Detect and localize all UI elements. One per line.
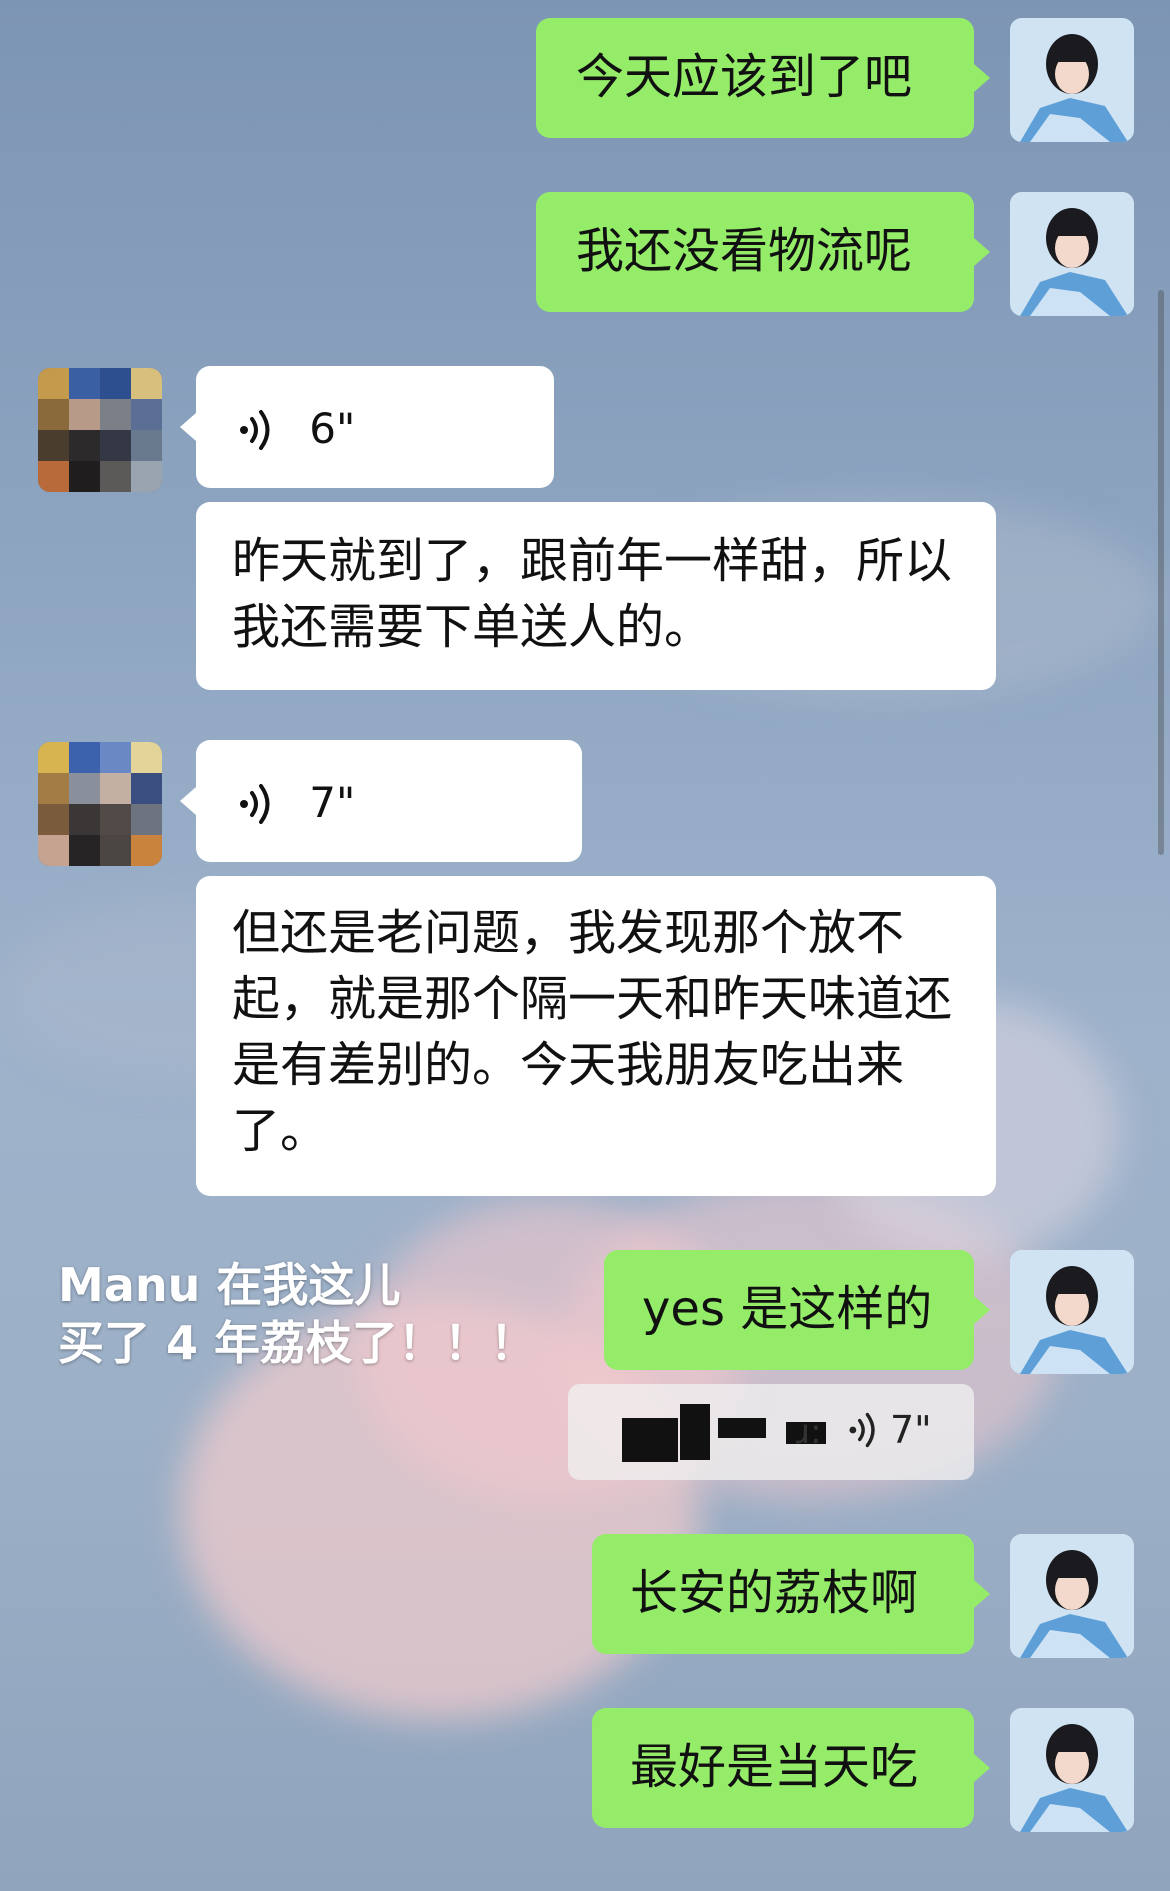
quote-voice-duration: 7": [890, 1408, 932, 1452]
quote-sender-suffix: ɹ:: [796, 1412, 822, 1452]
bubble-tail: [180, 787, 196, 815]
self-avatar[interactable]: [1010, 1250, 1134, 1374]
self-avatar[interactable]: [1010, 18, 1134, 142]
voice-wave-icon: [849, 1412, 875, 1448]
bubble-tail: [974, 1580, 990, 1608]
redacted-block: [718, 1418, 766, 1438]
quoted-voice-bar[interactable]: ɹ: 7": [568, 1384, 974, 1480]
self-avatar[interactable]: [1010, 1708, 1134, 1832]
voice-wave-icon: [240, 410, 270, 450]
message-text: 我还没看物流呢: [576, 223, 913, 279]
self-avatar[interactable]: [1010, 192, 1134, 316]
voice-duration: 7": [309, 778, 356, 827]
bubble-tail: [974, 64, 990, 92]
message-bubble-other[interactable]: 但还是老问题，我发现那个放不起，就是那个隔一天和昨天味道还是有差别的。今天我朋友…: [196, 876, 996, 1196]
bubble-tail: [180, 413, 196, 441]
bubble-tail: [974, 238, 990, 266]
redacted-block: [680, 1404, 710, 1460]
message-bubble-other[interactable]: 昨天就到了，跟前年一样甜，所以我还需要下单送人的。: [196, 502, 996, 690]
redacted-block: [622, 1418, 678, 1462]
contact-avatar[interactable]: [38, 742, 162, 866]
message-bubble-self[interactable]: 最好是当天吃: [592, 1708, 974, 1828]
voice-wave-icon: [240, 784, 270, 824]
message-text: 最好是当天吃: [630, 1739, 919, 1795]
message-text: 今天应该到了吧: [576, 49, 913, 105]
message-text: 长安的荔枝啊: [630, 1565, 919, 1621]
self-avatar[interactable]: [1010, 1534, 1134, 1658]
contact-avatar[interactable]: [38, 368, 162, 492]
message-bubble-self[interactable]: 今天应该到了吧: [536, 18, 974, 138]
overlay-caption-line: 买了 4 年荔枝了！！！: [58, 1316, 537, 1370]
message-bubble-self[interactable]: yes 是这样的: [604, 1250, 974, 1370]
bubble-tail: [974, 1296, 990, 1324]
message-text: 但还是老问题，我发现那个放不起，就是那个隔一天和昨天味道还是有差别的。今天我朋友…: [232, 905, 953, 1159]
message-text: yes 是这样的: [642, 1281, 933, 1337]
message-text: 昨天就到了，跟前年一样甜，所以我还需要下单送人的。: [232, 533, 953, 655]
voice-message-bubble[interactable]: 7": [196, 740, 582, 862]
message-bubble-self[interactable]: 我还没看物流呢: [536, 192, 974, 312]
bubble-tail: [974, 1754, 990, 1782]
voice-duration: 6": [309, 404, 356, 453]
overlay-caption-line: Manu 在我这儿: [58, 1258, 401, 1312]
overlay-caption: Manu 在我这儿 买了 4 年荔枝了！！！: [58, 1256, 536, 1372]
voice-message-bubble[interactable]: 6": [196, 366, 554, 488]
scrollbar[interactable]: [1158, 290, 1164, 855]
message-bubble-self[interactable]: 长安的荔枝啊: [592, 1534, 974, 1654]
